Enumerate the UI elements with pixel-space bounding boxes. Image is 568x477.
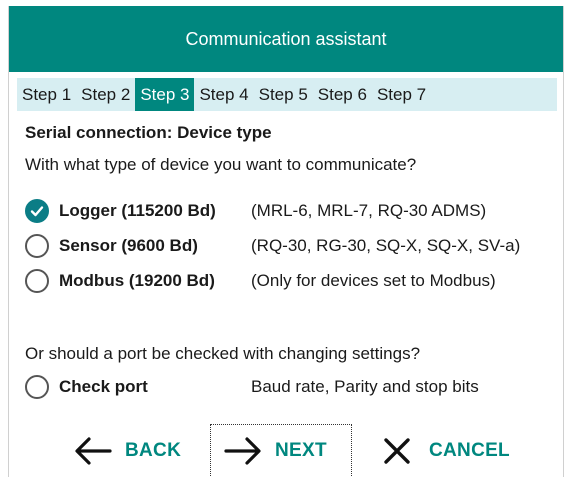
tab-step-4[interactable]: Step 4 — [194, 78, 253, 111]
close-icon — [375, 429, 419, 473]
option-desc-modbus: (Only for devices set to Modbus) — [251, 271, 496, 290]
tab-step-6[interactable]: Step 6 — [313, 78, 372, 111]
option-sensor[interactable]: Sensor (9600 Bd) (RQ-30, RG-30, SQ-X, SQ… — [25, 231, 565, 261]
tab-step-7[interactable]: Step 7 — [372, 78, 431, 111]
device-question: With what type of device you want to com… — [25, 155, 417, 174]
arrow-right-icon — [221, 429, 265, 473]
option-label-logger: Logger (115200 Bd) — [59, 201, 216, 220]
option-label-sensor: Sensor (9600 Bd) — [59, 236, 198, 255]
next-button[interactable]: NEXT — [210, 424, 352, 477]
back-button[interactable]: BACK — [71, 424, 181, 477]
option-check-port[interactable]: Check port Baud rate, Parity and stop bi… — [25, 372, 565, 402]
cancel-button[interactable]: CANCEL — [375, 424, 510, 477]
tab-step-1[interactable]: Step 1 — [17, 78, 76, 111]
cancel-label: CANCEL — [429, 440, 510, 461]
radio-sensor[interactable] — [25, 234, 49, 258]
port-question: Or should a port be checked with changin… — [25, 344, 421, 363]
back-label: BACK — [125, 440, 182, 461]
title-bar: Communication assistant — [9, 6, 563, 72]
communication-assistant-window: Communication assistant Step 1 Step 2 St… — [8, 6, 564, 477]
tab-step-3[interactable]: Step 3 — [135, 78, 195, 111]
window-title: Communication assistant — [185, 28, 387, 49]
tab-step-2[interactable]: Step 2 — [76, 78, 135, 111]
radio-logger[interactable] — [25, 199, 49, 223]
content-area: Serial connection: Device type With what… — [25, 120, 565, 178]
option-label-check-port: Check port — [59, 377, 148, 396]
radio-check-port[interactable] — [25, 375, 49, 399]
option-label-modbus: Modbus (19200 Bd) — [59, 271, 215, 290]
tab-step-5[interactable]: Step 5 — [254, 78, 313, 111]
option-desc-check-port: Baud rate, Parity and stop bits — [251, 377, 479, 396]
option-desc-logger: (MRL-6, MRL-7, RQ-30 ADMS) — [251, 201, 487, 220]
page-heading: Serial connection: Device type — [25, 123, 272, 142]
check-icon — [30, 206, 44, 217]
next-label: NEXT — [275, 440, 327, 461]
arrow-left-icon — [71, 429, 115, 473]
option-desc-sensor: (RQ-30, RG-30, SQ-X, SQ-X, SV-a) — [251, 236, 521, 255]
footer-buttons: BACK NEXT CANCEL — [9, 424, 563, 477]
radio-modbus[interactable] — [25, 269, 49, 293]
step-bar: Step 1 Step 2 Step 3 Step 4 Step 5 Step … — [17, 78, 557, 111]
option-logger[interactable]: Logger (115200 Bd) (MRL-6, MRL-7, RQ-30 … — [25, 196, 565, 226]
option-modbus[interactable]: Modbus (19200 Bd) (Only for devices set … — [25, 266, 565, 296]
